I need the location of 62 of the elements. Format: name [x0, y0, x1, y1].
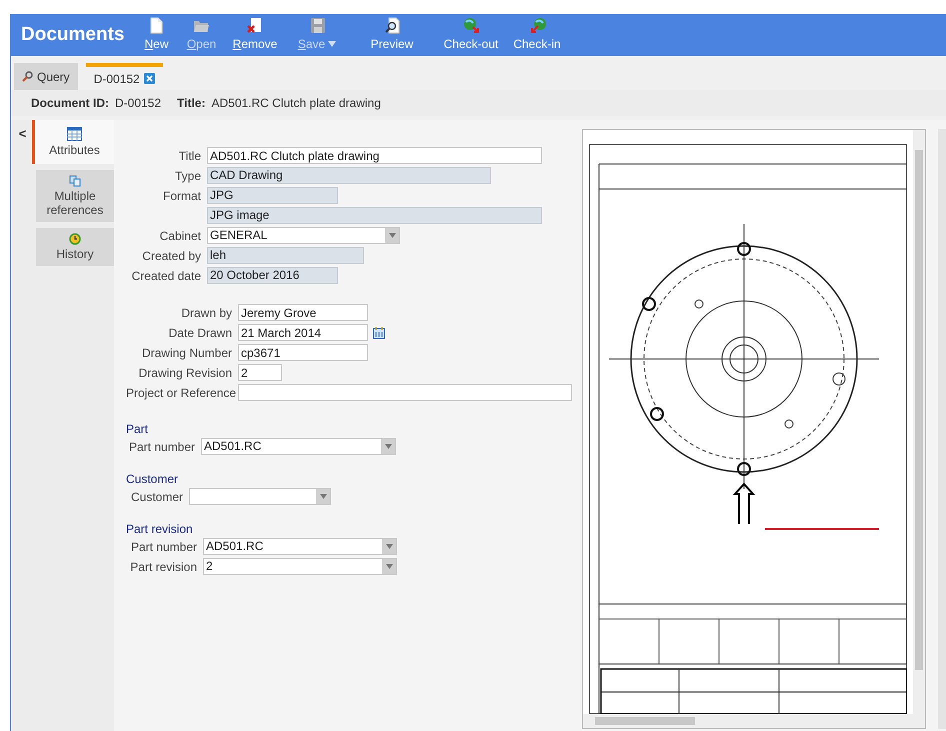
globe-arrow-icon: [462, 17, 480, 34]
toolbar-button[interactable]: Remove: [224, 14, 286, 56]
dropdown-field[interactable]: AD501.RC: [203, 538, 397, 555]
dropdown-field[interactable]: AD501.RC: [201, 438, 396, 455]
field-label: Drawing Number: [142, 346, 232, 360]
side-panel-tab[interactable]: Multiple references: [36, 170, 114, 222]
field-label: Part number: [129, 440, 196, 454]
readonly-field: CAD Drawing: [207, 167, 491, 184]
input-field[interactable]: [238, 384, 572, 401]
document-cross-icon: [246, 17, 264, 34]
vertical-scrollbar[interactable]: [913, 130, 925, 714]
document-id: D-00152: [115, 95, 162, 112]
field-label: Cabinet: [160, 228, 201, 242]
dropdown-field[interactable]: [189, 488, 331, 505]
table-icon: [67, 127, 82, 141]
field-label: Date Drawn: [168, 326, 232, 340]
close-icon[interactable]: [144, 73, 155, 84]
field-label: Drawing Revision: [138, 366, 232, 380]
input-field[interactable]: cp3671: [238, 344, 368, 361]
magnifier-document-icon: [384, 17, 400, 34]
field-label: Created date: [132, 268, 201, 282]
globe-arrow-icon: [528, 17, 546, 34]
field-label: Title: [178, 148, 201, 162]
readonly-field: leh: [207, 247, 364, 264]
field-label: Customer: [130, 490, 183, 504]
toolbar-button[interactable]: New: [134, 14, 179, 56]
field-label: Part number: [130, 540, 197, 554]
readonly-field: 20 October 2016: [207, 267, 338, 284]
tab[interactable]: Query: [14, 63, 78, 90]
input-field[interactable]: 2: [238, 364, 282, 381]
document-title: AD501.RC Clutch plate drawing: [211, 95, 381, 112]
calendar-icon[interactable]: [373, 326, 385, 338]
horizontal-scrollbar[interactable]: [583, 714, 925, 728]
field-label: Document ID:: [31, 95, 109, 112]
field-label: Created by: [142, 248, 201, 262]
history-icon: [69, 233, 81, 245]
field-label: Part revision: [130, 560, 197, 574]
section-heading: Part revision: [126, 521, 194, 535]
side-panel-tab[interactable]: Attributes: [32, 120, 114, 164]
field-label: Format: [162, 188, 201, 202]
dropdown-field[interactable]: GENERAL: [207, 227, 400, 244]
field-label: Project or Reference: [126, 386, 236, 400]
new-document-icon: [148, 17, 165, 34]
field-label: Type: [174, 168, 201, 182]
copies-icon: [69, 175, 81, 187]
readonly-field: JPG image: [207, 207, 542, 224]
input-field[interactable]: 21 March 2014: [238, 324, 368, 341]
field-label: Drawn by: [181, 306, 232, 320]
readonly-field: JPG: [207, 187, 338, 204]
collapse-toggle[interactable]: <: [18, 124, 26, 140]
input-field[interactable]: AD501.RC Clutch plate drawing: [207, 147, 542, 164]
side-panel-tab[interactable]: History: [36, 228, 114, 266]
section-heading: Customer: [126, 471, 180, 485]
toolbar-button[interactable]: Preview: [348, 14, 436, 56]
toolbar-button[interactable]: Check-in: [506, 14, 568, 56]
app-title: Documents: [20, 22, 126, 47]
input-field[interactable]: Jeremy Grove: [238, 304, 368, 321]
toolbar-button[interactable]: Check-out: [436, 14, 506, 56]
search-icon: [22, 71, 33, 82]
field-label: Title:: [177, 95, 206, 112]
section-heading: Part: [126, 421, 150, 435]
dropdown-field[interactable]: 2: [203, 558, 397, 575]
